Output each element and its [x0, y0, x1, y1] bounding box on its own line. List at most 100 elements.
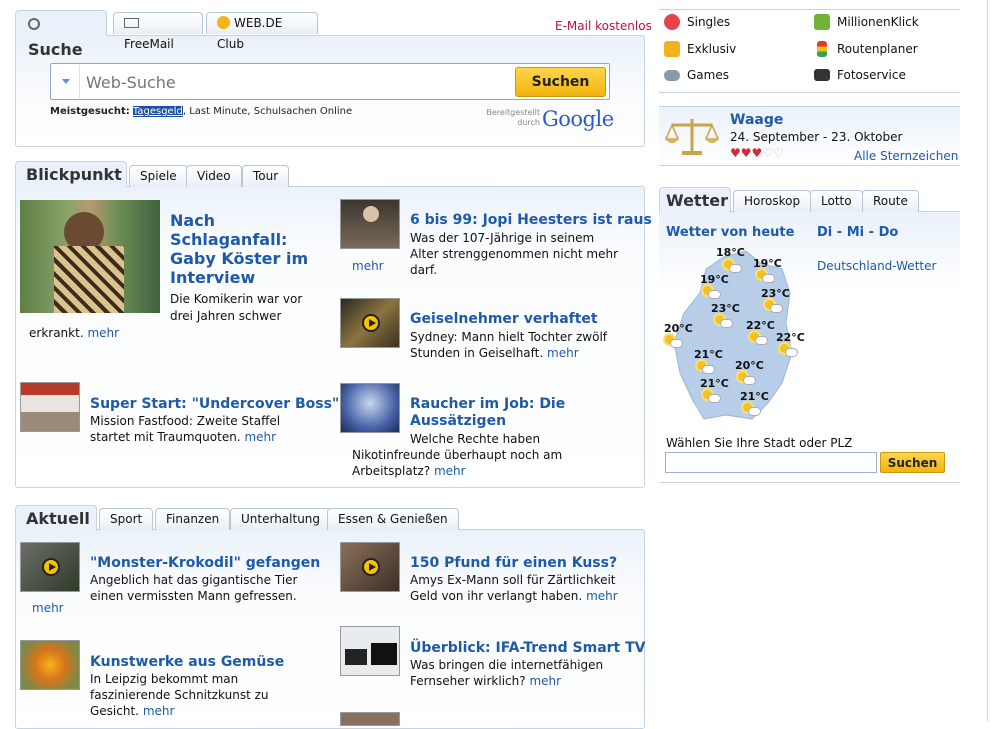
- service-routenplaner[interactable]: Routenplaner: [814, 41, 918, 57]
- news-more-link[interactable]: mehr: [143, 704, 175, 718]
- lead-image[interactable]: [20, 200, 160, 313]
- news-thumb[interactable]: [340, 712, 400, 726]
- horoscope-rating: ♥♥♥♡♡: [730, 146, 784, 160]
- heart-outline-icon: ♡♡: [762, 146, 784, 160]
- tab-finanzen[interactable]: Finanzen: [155, 508, 231, 530]
- horoscope-dates: 24. September - 23. Oktober: [730, 130, 903, 144]
- provided-by: Bereitgestellt durch: [486, 108, 540, 127]
- news-more-link[interactable]: mehr: [32, 600, 64, 616]
- news-headline[interactable]: Überblick: IFA-Trend Smart TV: [410, 640, 646, 657]
- meistgesucht-link-tagesgeld[interactable]: Tagesgeld: [132, 106, 183, 117]
- news-thumb[interactable]: [20, 382, 80, 432]
- temp-label: 21°C: [700, 377, 729, 390]
- temp-label: 20°C: [735, 359, 764, 372]
- news-headline[interactable]: 150 Pfund für einen Kuss?: [410, 555, 617, 572]
- sun-cloud-icon: [703, 286, 721, 299]
- day-link-do[interactable]: Do: [879, 225, 899, 240]
- day-link-mi[interactable]: Mi: [847, 225, 864, 240]
- news-headline[interactable]: Kunstwerke aus Gemüse: [90, 654, 284, 671]
- news-headline[interactable]: Raucher im Job: Die Aussätzigen: [410, 396, 590, 430]
- news-headline[interactable]: Geiselnehmer verhaftet: [410, 311, 598, 328]
- lottery-icon: [814, 14, 830, 30]
- sun-cloud-icon: [743, 403, 761, 416]
- news-more-link[interactable]: mehr: [352, 258, 384, 274]
- mail-icon: [124, 18, 139, 28]
- play-icon: [42, 558, 60, 576]
- news-thumb[interactable]: [20, 640, 80, 690]
- sun-cloud-icon: [697, 361, 715, 374]
- news-more-link[interactable]: mehr: [244, 430, 276, 444]
- weather-search-button[interactable]: Suchen: [880, 452, 945, 473]
- news-headline[interactable]: "Monster-Krokodil" gefangen: [90, 555, 320, 572]
- tab-wetter[interactable]: Wetter: [659, 187, 731, 213]
- service-millionenklick[interactable]: MillionenKlick: [814, 14, 919, 30]
- news-more-link[interactable]: mehr: [434, 464, 466, 478]
- tab-spiele[interactable]: Spiele: [129, 165, 188, 187]
- tab-aktuell[interactable]: Aktuell: [15, 505, 97, 531]
- temp-label: 19°C: [753, 257, 782, 270]
- news-text: Amys Ex-Mann soll für Zärtlichkeit Geld …: [410, 573, 618, 603]
- sun-cloud-icon: [765, 300, 783, 313]
- tab-suche[interactable]: Suche: [15, 10, 107, 59]
- day-link-di[interactable]: Di: [817, 225, 832, 240]
- tab-tour[interactable]: Tour: [242, 165, 290, 187]
- service-singles[interactable]: Singles: [664, 14, 730, 30]
- play-icon: [362, 314, 380, 332]
- search-button[interactable]: Suchen: [515, 67, 606, 97]
- city-label: Wählen Sie Ihre Stadt oder PLZ: [666, 436, 853, 450]
- lead-headline[interactable]: Nach Schlaganfall: Gaby Köster im Interv…: [170, 211, 310, 287]
- news-more-link[interactable]: mehr: [547, 346, 579, 360]
- news-text: Was der 107-Jährige in seinem Alter stre…: [410, 231, 619, 277]
- tab-freemail[interactable]: FreeMail: [113, 12, 203, 51]
- heart-icon: ♥♥♥: [730, 146, 763, 160]
- lead-text-cont: erkrankt. mehr: [29, 326, 120, 340]
- news-headline[interactable]: Super Start: "Undercover Boss": [90, 396, 339, 413]
- germany-weather-link[interactable]: Deutschland-Wetter: [817, 259, 936, 273]
- camera-icon: [814, 69, 830, 81]
- temp-label: 23°C: [761, 287, 790, 300]
- temp-label: 21°C: [694, 348, 723, 361]
- news-thumb[interactable]: [340, 383, 400, 433]
- temp-label: 19°C: [700, 273, 729, 286]
- news-thumb[interactable]: [340, 626, 400, 676]
- tab-webde-club[interactable]: WEB.DE Club: [206, 12, 318, 51]
- email-free-link[interactable]: E-Mail kostenlos: [555, 19, 652, 33]
- news-thumb[interactable]: [340, 199, 400, 249]
- tab-horoskop[interactable]: Horoskop: [733, 190, 812, 212]
- news-headline[interactable]: 6 bis 99: Jopi Heesters ist raus: [410, 212, 652, 229]
- tab-unterhaltung[interactable]: Unterhaltung: [230, 508, 332, 530]
- lead-more-link[interactable]: mehr: [87, 326, 119, 340]
- city-input[interactable]: [665, 452, 877, 473]
- meistgesucht-label: Meistgesucht:: [50, 106, 130, 117]
- news-more-link[interactable]: mehr: [586, 589, 618, 603]
- tab-blickpunkt[interactable]: Blickpunkt: [15, 161, 127, 187]
- service-games[interactable]: Games: [664, 68, 729, 82]
- sun-cloud-icon: [750, 332, 768, 345]
- sun-cloud-icon: [715, 315, 733, 328]
- traffic-light-icon: [817, 41, 827, 57]
- sun-cloud-icon: [665, 335, 683, 348]
- news-text: Welche Rechte haben Nikotinfreunde überh…: [352, 432, 563, 478]
- video-thumb[interactable]: [20, 542, 80, 592]
- tab-lotto[interactable]: Lotto: [810, 190, 863, 212]
- tab-video[interactable]: Video: [186, 165, 242, 187]
- page-right-border: [987, 0, 988, 722]
- tab-sport[interactable]: Sport: [99, 508, 154, 530]
- all-signs-link[interactable]: Alle Sternzeichen: [854, 149, 958, 163]
- tab-essen-geniessen[interactable]: Essen & Genießen: [327, 508, 459, 530]
- temp-label: 23°C: [711, 302, 740, 315]
- gamepad-icon: [664, 69, 680, 81]
- search-dropdown[interactable]: [52, 65, 80, 98]
- tag-icon: [664, 41, 680, 57]
- service-fotoservice[interactable]: Fotoservice: [814, 68, 906, 82]
- video-thumb[interactable]: [340, 298, 400, 348]
- news-text: Angeblich hat das gigantische Tier einen…: [90, 573, 298, 603]
- search-input[interactable]: [86, 67, 506, 97]
- service-exklusiv[interactable]: Exklusiv: [664, 41, 736, 57]
- tab-route[interactable]: Route: [862, 190, 919, 212]
- news-more-link[interactable]: mehr: [529, 674, 561, 688]
- lead-text: Die Komikerin war vor drei Jahren schwer: [170, 292, 303, 323]
- weather-today-link[interactable]: Wetter von heute: [666, 224, 794, 241]
- horoscope-sign[interactable]: Waage: [730, 112, 783, 128]
- video-thumb[interactable]: [340, 542, 400, 592]
